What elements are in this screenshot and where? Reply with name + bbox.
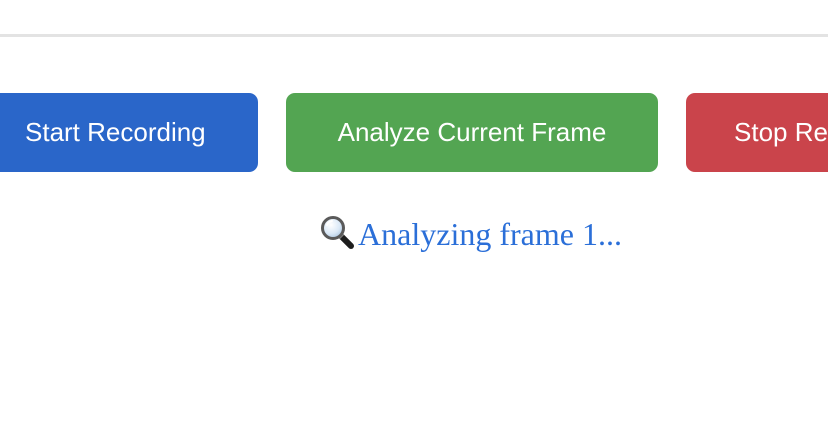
top-divider	[0, 34, 828, 37]
stop-recording-button[interactable]: Stop Recording	[686, 93, 828, 172]
recorder-page: Start Recording Analyze Current Frame St…	[0, 0, 828, 434]
magnifying-glass-icon	[321, 216, 355, 249]
start-recording-button[interactable]: Start Recording	[0, 93, 258, 172]
analyze-current-frame-button[interactable]: Analyze Current Frame	[286, 93, 658, 172]
status-text: Analyzing frame 1...	[358, 216, 622, 252]
analysis-status: Analyzing frame 1...	[0, 210, 828, 258]
